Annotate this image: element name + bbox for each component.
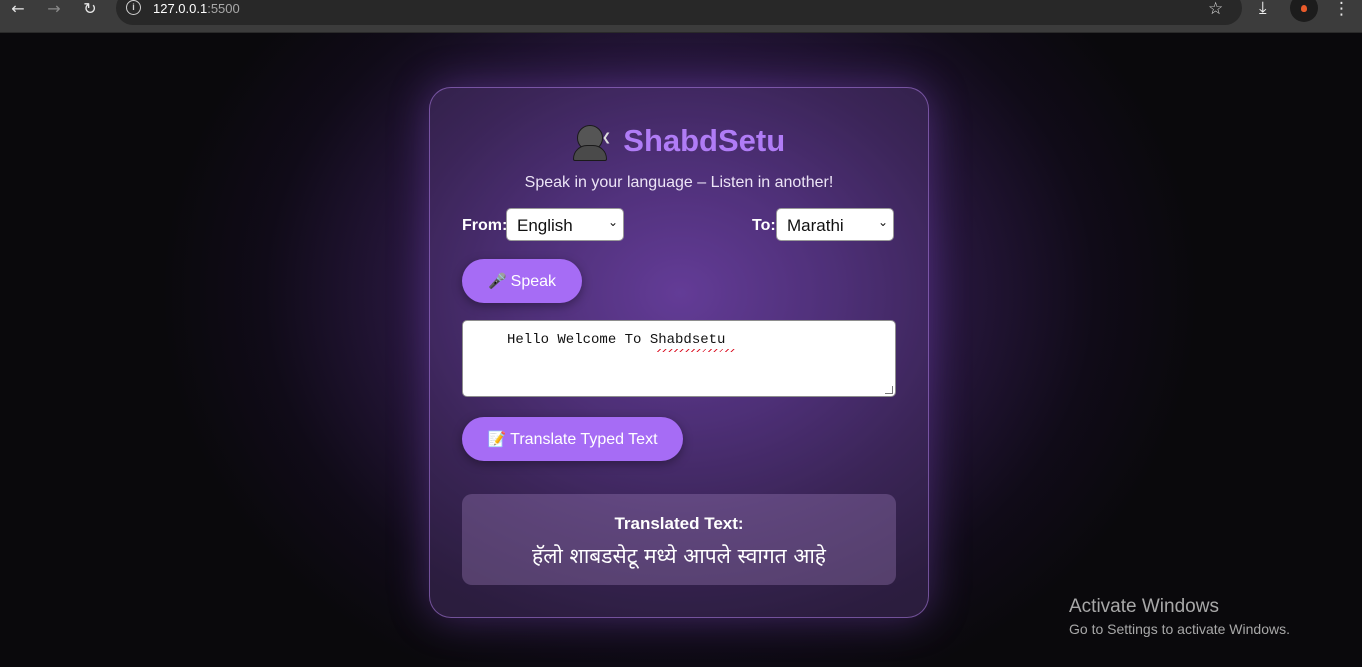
url-text[interactable]: 127.0.0.1:5500 (153, 0, 240, 17)
speak-button[interactable]: 🎤 Speak (462, 259, 582, 303)
title-row: ❮ ShabdSetu (430, 123, 928, 161)
download-icon[interactable]: ⤓ (1259, 0, 1267, 18)
translation-result-panel: Translated Text: हॅलो शाबडसेटू मध्ये आपल… (462, 494, 896, 585)
watermark-subtitle: Go to Settings to activate Windows. (1069, 621, 1290, 637)
chevron-down-icon: ⌄ (607, 215, 618, 229)
spellcheck-underline (657, 349, 735, 352)
result-heading: Translated Text: (614, 514, 744, 533)
text-input-value: Hello Welcome To Shabdsetu (507, 332, 726, 348)
translate-button-label: Translate Typed Text (510, 431, 658, 448)
resize-handle[interactable] (885, 386, 893, 394)
to-language-select[interactable]: Marathi ⌄ (776, 208, 894, 241)
address-bar[interactable] (116, 0, 1242, 25)
browser-toolbar: ← → ↻ i 127.0.0.1:5500 ☆ ⤓ ⋮ (0, 0, 1362, 33)
windows-activation-watermark: Activate Windows Go to Settings to activ… (1069, 596, 1290, 637)
translate-button[interactable]: 📝 Translate Typed Text (462, 417, 683, 461)
site-info-icon[interactable]: i (126, 0, 141, 15)
from-language-value: English (517, 216, 573, 235)
kebab-menu-icon[interactable]: ⋮ (1333, 0, 1350, 19)
app-title: ShabdSetu (623, 123, 786, 158)
extension-icon[interactable] (1290, 0, 1318, 22)
to-label: To: (752, 217, 776, 234)
chevron-down-icon: ⌄ (877, 215, 888, 229)
speak-button-label: Speak (510, 273, 557, 290)
back-icon[interactable]: ← (7, 0, 29, 17)
to-language-value: Marathi (787, 216, 844, 235)
app-card: ❮ ShabdSetu Speak in your language – Lis… (429, 87, 929, 618)
page-background: ❮ ShabdSetu Speak in your language – Lis… (0, 33, 1362, 667)
star-icon[interactable]: ☆ (1208, 0, 1223, 19)
from-language-select[interactable]: English ⌄ (506, 208, 624, 241)
memo-icon: 📝 (487, 430, 507, 448)
reload-icon[interactable]: ↻ (79, 0, 101, 17)
translated-text: हॅलो शाबडसेटू मध्ये आपले स्वागत आहे (532, 544, 826, 568)
speaking-head-icon: ❮ (572, 123, 611, 161)
url-port: :5500 (207, 1, 240, 16)
microphone-icon: 🎤 (487, 272, 507, 290)
text-input[interactable]: Hello Welcome To Shabdsetu (462, 320, 896, 397)
url-host: 127.0.0.1 (153, 1, 208, 16)
watermark-title: Activate Windows (1069, 596, 1219, 617)
forward-icon[interactable]: → (43, 0, 65, 17)
app-subtitle: Speak in your language – Listen in anoth… (524, 174, 834, 191)
from-label: From: (462, 217, 508, 234)
